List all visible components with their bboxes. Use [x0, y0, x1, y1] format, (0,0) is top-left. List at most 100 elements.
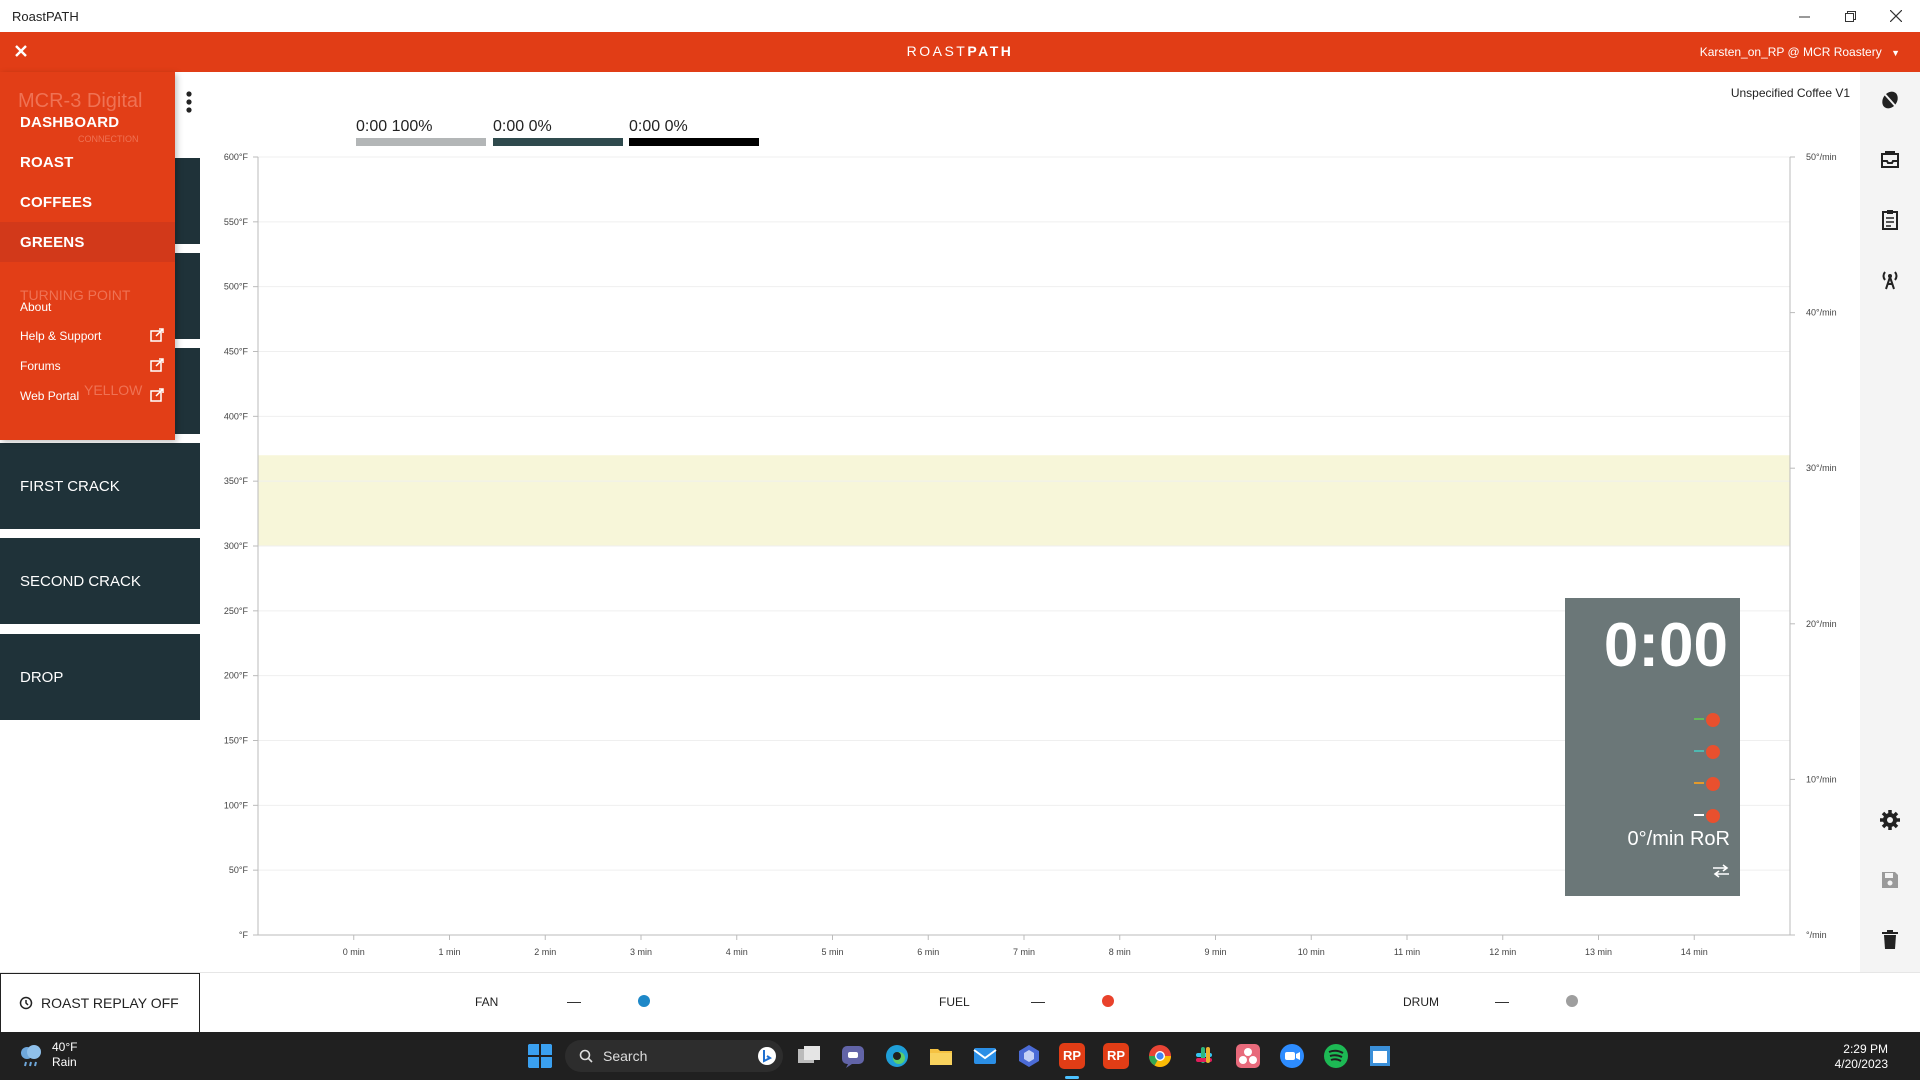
drum-label: DRUM — [1403, 995, 1439, 1009]
x-tick-label: 8 min — [1109, 947, 1131, 957]
y-right-tick-label: °/min — [1806, 930, 1827, 940]
y-right-tick-label: 40°/min — [1806, 308, 1837, 318]
x-tick-label: 2 min — [534, 947, 556, 957]
y-right-tick-label: 50°/min — [1806, 152, 1837, 162]
y-left-tick-label: 350°F — [224, 476, 249, 486]
y-left-tick-label: °F — [239, 930, 249, 940]
probe-row-1 — [1670, 710, 1730, 728]
probe-dash — [1694, 750, 1704, 752]
x-tick-label: 13 min — [1585, 947, 1612, 957]
probe-row-3 — [1670, 774, 1730, 792]
x-tick-label: 4 min — [726, 947, 748, 957]
spotify-icon[interactable] — [1323, 1043, 1349, 1069]
y-left-tick-label: 150°F — [224, 736, 249, 746]
file-explorer-icon[interactable] — [928, 1043, 954, 1069]
probe-dot — [1706, 713, 1720, 727]
app-icon-window[interactable] — [1367, 1043, 1393, 1069]
roast-timer: 0:00 — [1603, 611, 1728, 680]
app-icon-shield[interactable] — [1016, 1043, 1042, 1069]
fan-status-dot — [638, 995, 650, 1007]
bean-off-icon[interactable] — [1878, 88, 1902, 112]
x-tick-label: 11 min — [1394, 947, 1420, 957]
probe-dot — [1706, 777, 1720, 791]
y-right-tick-label: 20°/min — [1806, 619, 1837, 629]
search-icon — [579, 1049, 593, 1063]
y-left-tick-label: 550°F — [224, 217, 249, 227]
x-tick-label: 9 min — [1204, 947, 1226, 957]
trash-icon[interactable] — [1878, 928, 1902, 952]
os-taskbar: 40°F Rain Search RP RP 2:29 PM 4/20/2023 — [0, 1032, 1920, 1080]
probe-row-4 — [1670, 806, 1730, 824]
task-view-icon[interactable] — [796, 1043, 822, 1069]
probe-dot — [1706, 745, 1720, 759]
x-tick-label: 5 min — [821, 947, 843, 957]
antenna-icon[interactable] — [1878, 268, 1902, 292]
y-right-tick-label: 30°/min — [1806, 463, 1837, 473]
caret-down-icon: ▼ — [1891, 48, 1900, 58]
x-tick-label: 14 min — [1681, 947, 1708, 957]
x-tick-label: 1 min — [438, 947, 460, 957]
active-indicator — [1065, 1076, 1079, 1079]
y-left-tick-label: 250°F — [224, 606, 249, 616]
x-tick-label: 3 min — [630, 947, 652, 957]
bing-icon — [758, 1047, 776, 1065]
roastpath-taskbar-second[interactable]: RP — [1103, 1043, 1129, 1069]
asana-icon[interactable] — [1235, 1043, 1261, 1069]
y-left-tick-label: 50°F — [229, 865, 249, 875]
clipboard-icon[interactable] — [1878, 208, 1902, 232]
system-clock[interactable]: 2:29 PM 4/20/2023 — [1835, 1042, 1888, 1072]
edge-icon[interactable] — [884, 1043, 910, 1069]
swap-icon — [1713, 864, 1729, 878]
probe-dash — [1694, 782, 1704, 784]
close-icon — [1890, 10, 1902, 22]
save-icon[interactable] — [1878, 868, 1902, 892]
y-left-tick-label: 600°F — [224, 152, 249, 162]
teams-chat-icon[interactable] — [840, 1043, 866, 1069]
y-left-tick-label: 100°F — [224, 800, 249, 810]
gear-icon[interactable] — [1878, 808, 1902, 832]
x-tick-label: 6 min — [917, 947, 939, 957]
fuel-status-dot — [1102, 995, 1114, 1007]
right-toolbar — [1860, 72, 1920, 972]
zoom-icon[interactable] — [1279, 1043, 1305, 1069]
weather-temp: 40°F — [52, 1040, 78, 1054]
y-left-tick-label: 500°F — [224, 282, 249, 292]
roast-replay-label: ROAST REPLAY OFF — [41, 995, 179, 1011]
drum-status-dot — [1566, 995, 1578, 1007]
probe-row-2 — [1670, 742, 1730, 760]
timer-panel: 0:00 0°/min RoR — [1565, 598, 1740, 896]
roastpath-taskbar-active[interactable]: RP — [1059, 1043, 1085, 1069]
y-left-tick-label: 300°F — [224, 541, 249, 551]
close-window-button[interactable] — [1873, 0, 1919, 32]
bottom-bar: ROAST REPLAY OFF FAN — FUEL — DRUM — — [0, 972, 1920, 1033]
slack-icon[interactable] — [1191, 1043, 1217, 1069]
drum-value: — — [1495, 993, 1509, 1009]
mail-icon[interactable] — [972, 1043, 998, 1069]
clock-time: 2:29 PM — [1843, 1042, 1888, 1056]
replay-icon — [19, 996, 33, 1010]
probe-dot — [1706, 809, 1720, 823]
y-right-tick-label: 10°/min — [1806, 774, 1837, 784]
rain-cloud-icon — [21, 1045, 41, 1067]
probe-dash — [1694, 718, 1704, 720]
probe-dash — [1694, 814, 1704, 816]
fuel-label: FUEL — [939, 995, 970, 1009]
rate-of-rise: 0°/min RoR — [1627, 828, 1730, 850]
weather-widget[interactable]: 40°F Rain — [18, 1040, 77, 1070]
clock-date: 4/20/2023 — [1834, 1057, 1888, 1071]
inbox-icon[interactable] — [1878, 148, 1902, 172]
windows-start-icon[interactable] — [527, 1043, 553, 1069]
y-left-tick-label: 200°F — [224, 671, 249, 681]
roast-replay-button[interactable]: ROAST REPLAY OFF — [0, 973, 200, 1033]
x-tick-label: 10 min — [1298, 947, 1325, 957]
target-temperature-band — [258, 455, 1790, 546]
y-left-tick-label: 400°F — [224, 411, 249, 421]
swap-view-button[interactable] — [1712, 864, 1730, 883]
taskbar-search[interactable]: Search — [565, 1040, 783, 1072]
fuel-value: — — [1031, 993, 1045, 1009]
search-placeholder: Search — [603, 1048, 648, 1064]
x-tick-label: 0 min — [343, 947, 365, 957]
fan-value: — — [567, 993, 581, 1009]
weather-condition: Rain — [52, 1055, 77, 1069]
chrome-icon[interactable] — [1147, 1043, 1173, 1069]
